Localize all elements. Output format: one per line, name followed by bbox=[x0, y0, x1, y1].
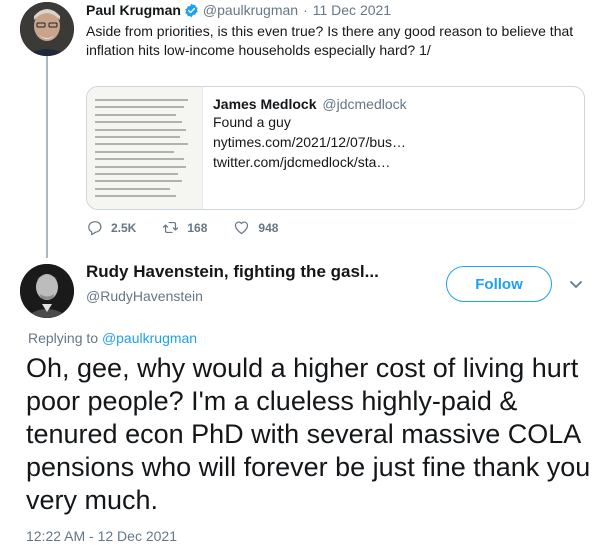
newspaper-clipping-image bbox=[87, 87, 203, 209]
like-button[interactable]: 948 bbox=[233, 219, 278, 236]
heart-icon bbox=[235, 221, 249, 235]
profile-photo-icon bbox=[20, 2, 74, 56]
avatar[interactable] bbox=[20, 2, 74, 56]
tweet-date[interactable]: 11 Dec 2021 bbox=[313, 2, 391, 18]
parent-tweet-text: Aside from priorities, is this even true… bbox=[86, 23, 574, 58]
quoted-tweet-link[interactable]: nytimes.com/2021/12/07/bus… bbox=[213, 132, 573, 152]
follow-button[interactable]: Follow bbox=[446, 266, 552, 302]
separator-dot: · bbox=[303, 2, 308, 18]
quoted-tweet-card[interactable]: James Medlock @jdcmedlock Found a guy ny… bbox=[86, 86, 585, 210]
quoted-tweet-link[interactable]: twitter.com/jdcmedlock/sta… bbox=[213, 152, 573, 172]
quoted-tweet-header: James Medlock @jdcmedlock bbox=[213, 96, 573, 112]
like-count: 948 bbox=[258, 220, 279, 235]
replying-to: Replying to @paulkrugman bbox=[28, 330, 197, 346]
reply-count: 2.5K bbox=[111, 220, 137, 235]
quoted-tweet-text: Found a guy bbox=[213, 114, 291, 130]
quoted-tweet-body: James Medlock @jdcmedlock Found a guy ny… bbox=[213, 96, 573, 172]
replying-prefix: Replying to bbox=[28, 330, 102, 346]
author-handle[interactable]: @RudyHavenstein bbox=[86, 288, 203, 304]
quoted-author-name: James Medlock bbox=[213, 96, 317, 112]
avatar[interactable] bbox=[20, 264, 74, 318]
author-handle[interactable]: @paulkrugman bbox=[203, 2, 298, 18]
retweet-icon bbox=[163, 221, 179, 234]
chevron-down-icon[interactable] bbox=[568, 276, 584, 292]
main-tweet-text: Oh, gee, why would a higher cost of livi… bbox=[26, 353, 591, 515]
reply-button[interactable]: 2.5K bbox=[86, 219, 136, 236]
retweet-count: 168 bbox=[187, 220, 208, 235]
parent-tweet-header: Paul Krugman @paulkrugman · 11 Dec 2021 bbox=[86, 2, 391, 18]
quoted-author-handle: @jdcmedlock bbox=[322, 96, 407, 112]
replying-to-link[interactable]: @paulkrugman bbox=[102, 330, 197, 346]
tweet-timestamp[interactable]: 12:22 AM - 12 Dec 2021 bbox=[26, 528, 177, 544]
retweet-button[interactable]: 168 bbox=[162, 219, 207, 236]
tweet-actions: 2.5K 168 948 bbox=[86, 219, 304, 236]
profile-photo-icon bbox=[20, 264, 74, 318]
thread-connector-line bbox=[46, 54, 48, 258]
verified-badge-icon bbox=[185, 3, 198, 17]
reply-icon bbox=[88, 221, 102, 236]
author-name[interactable]: Rudy Havenstein, fighting the gasl... bbox=[86, 262, 379, 282]
author-name[interactable]: Paul Krugman bbox=[86, 2, 181, 18]
